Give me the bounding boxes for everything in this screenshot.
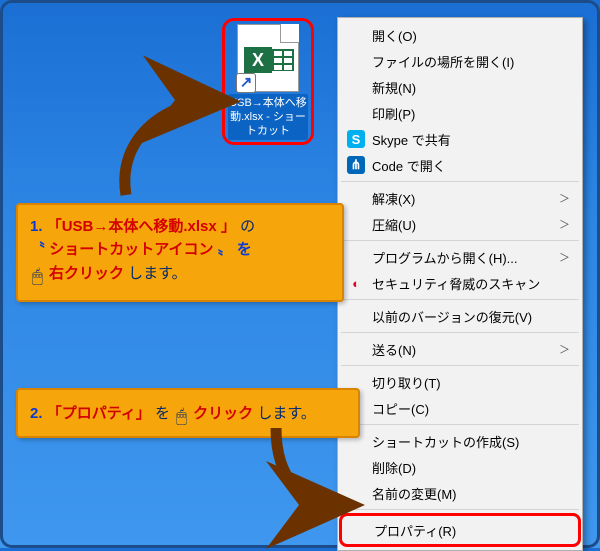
menu-item-label: コピー(C) bbox=[372, 399, 429, 418]
menu-item-label: 解凍(X) bbox=[372, 189, 415, 208]
menu-item-label: ファイルの場所を開く(I) bbox=[372, 52, 514, 71]
menu-item-label: 印刷(P) bbox=[372, 104, 415, 123]
menu-item-label: Skype で共有 bbox=[372, 130, 451, 149]
menu-item-1[interactable]: ファイルの場所を開く(I) bbox=[340, 48, 580, 74]
menu-separator bbox=[341, 299, 579, 300]
menu-item-15[interactable]: 送る(N) ＞ bbox=[340, 336, 580, 362]
vsc-icon: ⋔ bbox=[347, 156, 365, 174]
spreadsheet-grid-icon bbox=[272, 49, 294, 71]
menu-item-label: 以前のバージョンの復元(V) bbox=[372, 307, 532, 326]
menu-separator bbox=[341, 240, 579, 241]
menu-item-21[interactable]: 削除(D) bbox=[340, 454, 580, 480]
menu-separator bbox=[341, 181, 579, 182]
mouse-icon: 🖱 bbox=[176, 403, 187, 431]
menu-item-0[interactable]: 開く(O) bbox=[340, 22, 580, 48]
menu-item-label: 名前の変更(M) bbox=[372, 484, 457, 503]
menu-item-13[interactable]: 以前のバージョンの復元(V) bbox=[340, 303, 580, 329]
menu-item-24[interactable]: プロパティ(R) bbox=[339, 513, 581, 547]
arrow-step2-icon bbox=[271, 423, 351, 513]
menu-item-11[interactable]: ◐ セキュリティ脅威のスキャン bbox=[340, 270, 580, 296]
menu-separator bbox=[341, 424, 579, 425]
shortcut-filename: USB→本体へ移動.xlsx - ショートカット bbox=[228, 94, 308, 140]
menu-item-label: ショートカットの作成(S) bbox=[372, 432, 519, 451]
menu-item-4[interactable]: S Skype で共有 bbox=[340, 126, 580, 152]
menu-separator bbox=[341, 509, 579, 510]
menu-item-label: プロパティ(R) bbox=[374, 521, 456, 540]
menu-item-18[interactable]: コピー(C) bbox=[340, 395, 580, 421]
menu-item-8[interactable]: 圧縮(U) ＞ bbox=[340, 211, 580, 237]
menu-item-label: 切り取り(T) bbox=[372, 373, 441, 392]
menu-item-label: 圧縮(U) bbox=[372, 215, 416, 234]
menu-item-label: セキュリティ脅威のスキャン bbox=[372, 274, 540, 293]
menu-item-7[interactable]: 解凍(X) ＞ bbox=[340, 185, 580, 211]
instruction-step-1: 1. 「USB→本体へ移動.xlsx 」 の 〝 ショートカットアイコン 〟 を… bbox=[16, 203, 344, 302]
trend-icon: ◐ bbox=[347, 274, 365, 292]
menu-item-2[interactable]: 新規(N) bbox=[340, 74, 580, 100]
menu-item-3[interactable]: 印刷(P) bbox=[340, 100, 580, 126]
shortcut-overlay-icon: ↗ bbox=[236, 73, 256, 93]
menu-item-20[interactable]: ショートカットの作成(S) bbox=[340, 428, 580, 454]
menu-item-5[interactable]: ⋔ Code で開く bbox=[340, 152, 580, 178]
menu-item-label: プログラムから開く(H)... bbox=[372, 248, 518, 267]
menu-item-label: 開く(O) bbox=[372, 26, 417, 45]
menu-item-label: 新規(N) bbox=[372, 78, 416, 97]
menu-separator bbox=[341, 365, 579, 366]
arrow-step1-icon bbox=[111, 95, 231, 205]
menu-item-22[interactable]: 名前の変更(M) bbox=[340, 480, 580, 506]
submenu-arrow-icon: ＞ bbox=[559, 249, 570, 265]
submenu-arrow-icon: ＞ bbox=[559, 341, 570, 357]
excel-shortcut-icon[interactable]: X ↗ USB→本体へ移動.xlsx - ショートカット bbox=[222, 18, 314, 145]
skype-icon: S bbox=[347, 130, 365, 148]
excel-logo-icon: X bbox=[244, 47, 272, 73]
context-menu: 開く(O) ファイルの場所を開く(I) 新規(N) 印刷(P) S Skype で共有 ⋔ C… bbox=[337, 17, 583, 551]
submenu-arrow-icon: ＞ bbox=[559, 190, 570, 206]
menu-item-label: Code で開く bbox=[372, 156, 446, 175]
menu-item-10[interactable]: プログラムから開く(H)... ＞ bbox=[340, 244, 580, 270]
menu-item-17[interactable]: 切り取り(T) bbox=[340, 369, 580, 395]
menu-item-label: 送る(N) bbox=[372, 340, 416, 359]
mouse-icon: 🖱 bbox=[32, 263, 43, 291]
file-thumbnail: X ↗ bbox=[237, 24, 299, 92]
menu-item-label: 削除(D) bbox=[372, 458, 416, 477]
submenu-arrow-icon: ＞ bbox=[559, 216, 570, 232]
menu-separator bbox=[341, 332, 579, 333]
